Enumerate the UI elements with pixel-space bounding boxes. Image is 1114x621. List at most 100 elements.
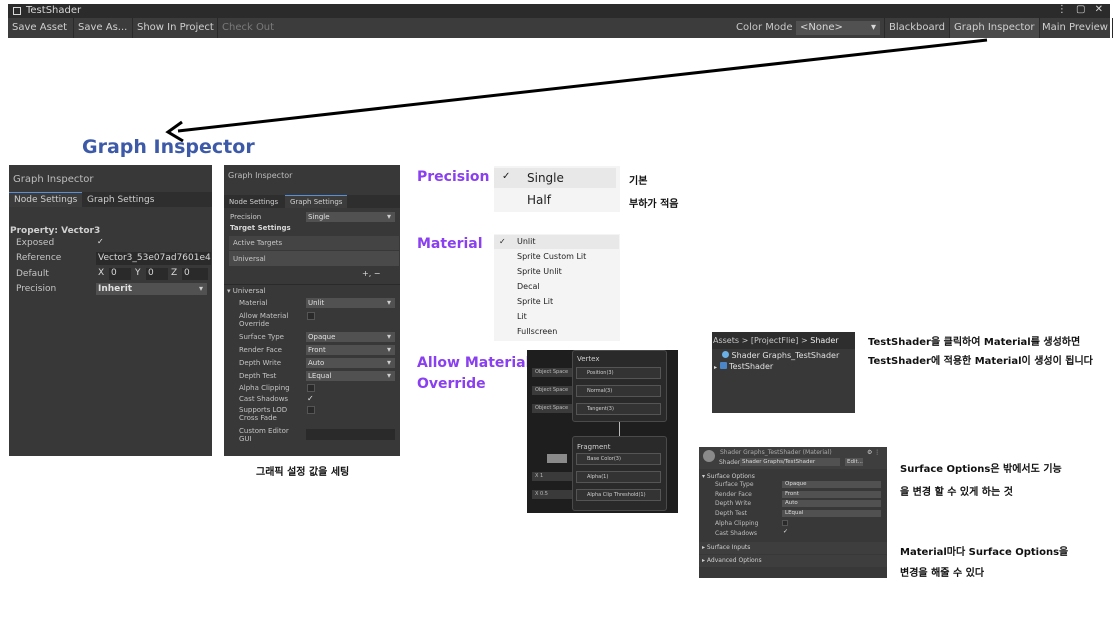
target-item-universal[interactable]: Universal <box>229 251 399 266</box>
material-option[interactable]: Decal <box>517 282 540 291</box>
project-item-material[interactable]: Shader Graphs_TestShader <box>722 351 839 360</box>
check-icon: ✓ <box>502 171 511 182</box>
panel-title: Graph Inspector <box>13 174 94 185</box>
setting-checkbox[interactable] <box>307 406 315 414</box>
breadcrumb-shader[interactable]: Shader <box>810 336 838 345</box>
setting-checkbox[interactable] <box>307 384 315 392</box>
setting-label: Allow Material Override <box>239 312 289 328</box>
surface-inputs-header[interactable]: ▸ Surface Inputs <box>699 542 887 554</box>
breadcrumb-projectfile[interactable]: [ProjectFlie] <box>751 336 799 345</box>
node-port-row: Alpha Clip Threshold(1) <box>576 489 661 501</box>
edit-button[interactable]: Edit... <box>845 458 863 466</box>
precision-annotation: Precision <box>417 169 490 185</box>
alpha-clipping-label: Alpha Clipping <box>715 520 759 527</box>
advanced-options-label: Advanced Options <box>706 557 762 564</box>
precision-note-half: 부하가 적음 <box>629 199 679 210</box>
exposed-label: Exposed <box>16 238 55 248</box>
tab-node-settings[interactable]: Node Settings <box>9 192 83 207</box>
color-swatch[interactable] <box>547 454 567 463</box>
setting-checkbox[interactable]: ✓ <box>307 394 314 403</box>
shader-dropdown[interactable]: Shader Graphs/TestShader <box>740 458 840 466</box>
surface-option-dropdown[interactable]: Front <box>782 490 881 498</box>
material-option[interactable]: Fullscreen <box>517 327 557 336</box>
node-port-input[interactable]: X 1 <box>532 472 572 481</box>
precision-dropdown[interactable]: Inherit <box>96 283 207 295</box>
default-x-label: X <box>98 268 105 278</box>
setting-dropdown[interactable]: Unlit <box>306 298 395 308</box>
material-option[interactable]: Unlit <box>517 237 536 246</box>
material-annotation: Material <box>417 236 483 252</box>
chevron-right-icon: > <box>800 336 811 345</box>
material-option[interactable]: Sprite Lit <box>517 297 553 306</box>
precision-note-single: 기본 <box>629 176 648 187</box>
precision-menu: ✓ Single Half <box>494 166 620 212</box>
default-y-field[interactable]: 0 <box>146 268 168 280</box>
material-preview-icon <box>703 450 715 462</box>
menu-item-selected-bg <box>494 235 619 249</box>
panel-title: Graph Inspector <box>228 171 293 180</box>
property-header: Property: Vector3 <box>10 226 101 236</box>
surface-option-dropdown[interactable]: Opaque <box>782 481 881 488</box>
settings-icon[interactable]: ⚙ ⋮ <box>867 449 880 456</box>
node-port-input[interactable]: Object Space <box>532 404 572 413</box>
add-remove-buttons[interactable]: +, − <box>362 269 381 278</box>
material-inspector: Shader Graphs_TestShader (Material) Shad… <box>699 447 887 578</box>
breadcrumb-assets[interactable]: Assets <box>713 336 739 345</box>
graph-inspector-graph-panel: Graph Inspector Node Settings Graph Sett… <box>224 165 400 456</box>
precision-dropdown[interactable]: Single <box>306 212 395 222</box>
cast-shadows-checkbox[interactable]: ✓ <box>783 528 788 535</box>
node-port-input[interactable]: Object Space <box>532 368 572 377</box>
surface-option-label: Depth Write <box>715 500 752 507</box>
tab-bar: Node Settings Graph Settings <box>224 195 400 208</box>
node-port-row: Alpha(1) <box>576 471 661 483</box>
surface-option-dropdown[interactable]: Auto <box>782 500 881 507</box>
surface-note-4: 변경을 해줄 수 있다 <box>900 568 985 579</box>
precision-option-half[interactable]: Half <box>527 193 551 207</box>
divider <box>224 284 400 285</box>
node-port-row: Position(3) <box>576 367 661 379</box>
material-menu: ✓ Unlit Sprite Custom Lit Sprite Unlit Deca… <box>494 234 620 341</box>
material-icon <box>722 351 729 358</box>
tab-node-settings[interactable]: Node Settings <box>224 195 283 208</box>
setting-dropdown[interactable]: Opaque <box>306 332 395 342</box>
tab-graph-settings[interactable]: Graph Settings <box>285 195 348 208</box>
alpha-clipping-checkbox[interactable] <box>782 520 788 526</box>
setting-label: Custom Editor GUI <box>239 427 289 443</box>
project-item-shader[interactable]: ▸ TestShader <box>714 362 773 371</box>
reference-field[interactable]: Vector3_53e07ad7601e4 <box>96 252 211 265</box>
default-z-field[interactable]: 0 <box>182 268 208 280</box>
surface-option-label: Depth Test <box>715 509 747 517</box>
surface-option-dropdown[interactable]: LEqual <box>782 509 881 517</box>
setting-label: Depth Test <box>239 372 277 380</box>
surface-note-1: Surface Options은 밖에서도 기능 <box>900 464 1062 475</box>
setting-dropdown[interactable]: Auto <box>306 358 395 368</box>
project-item-label: TestShader <box>729 362 774 371</box>
chevron-right-icon: > <box>741 336 751 345</box>
setting-label: Material <box>239 299 268 307</box>
advanced-options-header[interactable]: ▸ Advanced Options <box>699 555 887 567</box>
surface-options-header[interactable]: ▾ Surface Options <box>702 473 755 480</box>
precision-option-single[interactable]: Single <box>527 171 564 185</box>
node-port-row: Normal(3) <box>576 385 661 397</box>
setting-field[interactable] <box>306 429 395 440</box>
material-option[interactable]: Lit <box>517 312 527 321</box>
universal-section-header[interactable]: ▾ Universal <box>227 287 265 295</box>
default-x-field[interactable]: 0 <box>109 268 131 280</box>
node-port-row: Base Color(3) <box>576 453 661 465</box>
setting-label: Cast Shadows <box>239 395 289 403</box>
material-option[interactable]: Sprite Unlit <box>517 267 562 276</box>
setting-dropdown[interactable]: Front <box>306 345 395 355</box>
node-port-input[interactable]: Object Space <box>532 386 572 395</box>
exposed-checkbox[interactable]: ✓ <box>97 237 104 246</box>
surface-note-3: Material마다 Surface Options을 <box>900 547 1069 558</box>
node-port-row: Tangent(3) <box>576 403 661 415</box>
setting-checkbox[interactable] <box>307 312 315 320</box>
target-item-label: Universal <box>233 255 266 263</box>
setting-label: Alpha Clipping <box>239 384 290 392</box>
setting-dropdown[interactable]: LEqual <box>306 371 395 381</box>
tab-graph-settings[interactable]: Graph Settings <box>82 192 159 207</box>
universal-section-label: Universal <box>232 287 266 295</box>
material-option[interactable]: Sprite Custom Lit <box>517 252 586 261</box>
master-stack-node-graph: Vertex Fragment Position(3) Object Space N… <box>527 350 678 513</box>
node-port-input[interactable]: X 0.5 <box>532 490 572 499</box>
